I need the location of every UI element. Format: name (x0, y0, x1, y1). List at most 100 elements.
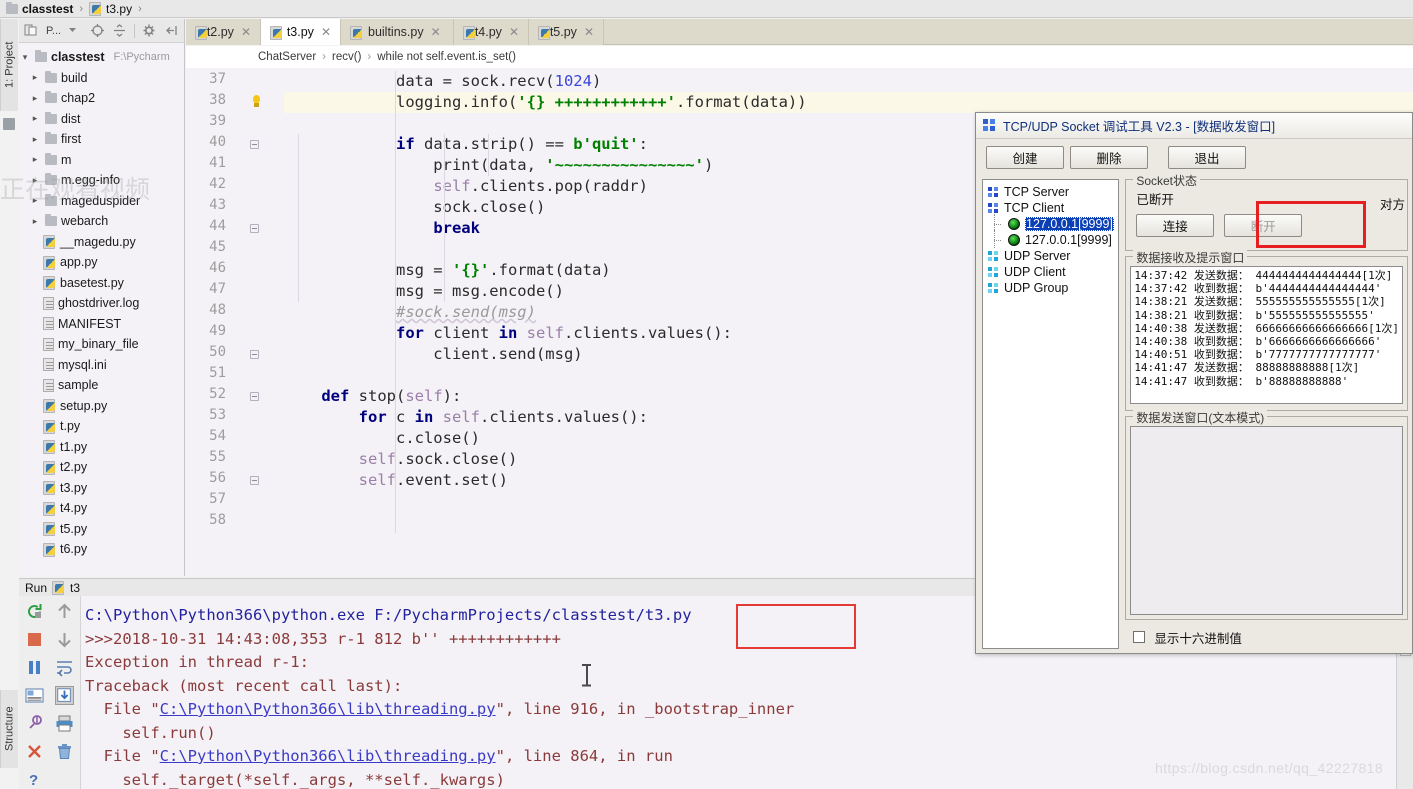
code-crumb-2[interactable]: while not self.event.is_set() (377, 51, 516, 63)
project-view-label[interactable]: P... (46, 25, 61, 37)
tool-window-icon[interactable] (3, 118, 15, 130)
connect-button[interactable]: 连接 (1136, 214, 1215, 237)
code-fold-icon[interactable] (250, 224, 259, 233)
trash-icon[interactable] (55, 742, 74, 761)
send-textarea[interactable] (1130, 426, 1403, 615)
tree-row-app-py[interactable]: app.py (19, 252, 184, 273)
close-icon[interactable]: ✕ (431, 25, 441, 39)
code-fold-icon[interactable] (250, 392, 259, 401)
help-icon[interactable]: ? (25, 770, 44, 789)
socket-tree-row-0[interactable]: TCP Server (986, 184, 1115, 200)
chevron-right-icon[interactable]: ▸ (29, 134, 41, 145)
tree-row-first[interactable]: ▸ first (19, 129, 184, 150)
chevron-right-icon[interactable]: ▸ (29, 216, 41, 227)
code-fold-icon[interactable] (250, 476, 259, 485)
close-icon[interactable] (25, 742, 44, 761)
soft-wrap-icon[interactable] (55, 658, 74, 677)
receive-log-textarea[interactable]: 14:37:42 发送数据： 4444444444444444[1次] 14:3… (1130, 266, 1403, 404)
chevron-right-icon[interactable]: ▸ (29, 154, 41, 165)
tab-t2-py[interactable]: t2.py ✕ (186, 19, 261, 45)
tree-row-sample[interactable]: sample (19, 375, 184, 396)
close-icon[interactable]: ✕ (241, 25, 251, 39)
tree-row-m[interactable]: ▸ m (19, 150, 184, 171)
code-fold-icon[interactable] (250, 140, 259, 149)
up-arrow-icon[interactable] (55, 602, 74, 621)
tree-row-t6-py[interactable]: t6.py (19, 539, 184, 560)
tree-row-setup-py[interactable]: setup.py (19, 396, 184, 417)
tree-row-t5-py[interactable]: t5.py (19, 519, 184, 540)
tree-row-dist[interactable]: ▸ dist (19, 109, 184, 130)
delete-button[interactable]: 删除 (1070, 145, 1148, 169)
breadcrumb-project[interactable]: classtest (22, 2, 73, 16)
down-arrow-icon[interactable] (55, 630, 74, 649)
chevron-down-icon[interactable] (68, 23, 83, 38)
console-view-icon[interactable] (25, 686, 44, 705)
socket-debug-tool-window[interactable]: TCP/UDP Socket 调试工具 V2.3 - [数据收发窗口] 创建 删… (975, 112, 1413, 654)
socket-tree-row-3[interactable]: 127.0.0.1[9999] (986, 230, 1115, 248)
tree-row-t2-py[interactable]: t2.py (19, 457, 184, 478)
tree-row---magedu-py[interactable]: __magedu.py (19, 232, 184, 253)
tree-row-build[interactable]: ▸ build (19, 68, 184, 89)
socket-tree-row-6[interactable]: UDP Group (986, 280, 1115, 296)
tree-row-ghostdriver-log[interactable]: ghostdriver.log (19, 293, 184, 314)
exit-button[interactable]: 退出 (1168, 145, 1246, 169)
stop-icon[interactable] (25, 630, 44, 649)
socket-tree-row-5[interactable]: UDP Client (986, 264, 1115, 280)
chevron-right-icon[interactable]: ▸ (29, 195, 41, 206)
tab-builtins-py[interactable]: builtins.py ✕ (341, 19, 454, 45)
socket-tree-row-1[interactable]: TCP Client (986, 200, 1115, 216)
project-view-selector-icon[interactable] (24, 23, 39, 38)
hex-checkbox[interactable] (1133, 631, 1146, 643)
socket-connection-tree[interactable]: TCP Server TCP Client 127.0.0.1[9999] 127.0… (982, 179, 1120, 649)
tree-row-t3-py[interactable]: t3.py (19, 478, 184, 499)
settings-pin-icon[interactable] (25, 714, 44, 733)
socket-tree-row-2[interactable]: 127.0.0.1[9999] (986, 214, 1115, 232)
chevron-right-icon[interactable]: ▸ (29, 175, 41, 186)
tree-row-mysql-ini[interactable]: mysql.ini (19, 355, 184, 376)
breadcrumb-file[interactable]: t3.py (106, 2, 132, 16)
scroll-to-end-icon[interactable] (55, 686, 75, 705)
sidebar-tool-structure[interactable]: Structure (0, 690, 18, 768)
gear-icon[interactable] (142, 23, 157, 38)
locate-target-icon[interactable] (90, 23, 105, 38)
tree-row-root[interactable]: ▾ classtest F:\Pycharm (19, 47, 184, 68)
tree-row-my-binary-file[interactable]: my_binary_file (19, 334, 184, 355)
hide-window-icon[interactable] (164, 23, 179, 38)
tree-row-chap2[interactable]: ▸ chap2 (19, 88, 184, 109)
tab-t4-py[interactable]: t4.py ✕ (454, 19, 529, 45)
chevron-right-icon[interactable]: ▸ (29, 93, 41, 104)
tree-row-t4-py[interactable]: t4.py (19, 498, 184, 519)
tree-row-t1-py[interactable]: t1.py (19, 437, 184, 458)
chevron-right-icon[interactable]: ▸ (29, 72, 41, 83)
collapse-all-icon[interactable] (112, 23, 127, 38)
print-icon[interactable] (55, 714, 74, 733)
socket-tree-row-4[interactable]: UDP Server (986, 248, 1115, 264)
chevron-expanded-icon[interactable]: ▾ (19, 52, 31, 63)
tree-row-webarch[interactable]: ▸ webarch (19, 211, 184, 232)
tree-row-t-py[interactable]: t.py (19, 416, 184, 437)
traceback-file-link[interactable]: C:\Python\Python366\lib\threading.py (160, 700, 496, 718)
tree-row-mageduspider[interactable]: ▸ mageduspider (19, 191, 184, 212)
code-fold-icon[interactable] (250, 350, 259, 359)
project-file-tree[interactable]: ▾ classtest F:\Pycharm ▸ build ▸ chap2 ▸ dist… (19, 43, 184, 576)
code-crumb-1[interactable]: recv() (332, 51, 361, 63)
run-config-name[interactable]: t3 (70, 581, 80, 595)
close-icon[interactable]: ✕ (509, 25, 519, 39)
tree-row-manifest[interactable]: MANIFEST (19, 314, 184, 335)
close-icon[interactable]: ✕ (584, 25, 594, 39)
tab-t3-py[interactable]: t3.py ✕ (261, 19, 341, 45)
tab-t5-py[interactable]: t5.py ✕ (529, 19, 604, 45)
traceback-file-link[interactable]: C:\Python\Python366\lib\threading.py (160, 747, 496, 765)
tree-row-m-egg-info[interactable]: ▸ m.egg-info (19, 170, 184, 191)
code-crumb-0[interactable]: ChatServer (258, 51, 316, 63)
intention-bulb-icon[interactable] (250, 95, 263, 109)
code-line: print(data, '~~~~~~~~~~~~~~~') (284, 156, 714, 174)
close-icon[interactable]: ✕ (321, 25, 331, 39)
chevron-right-icon[interactable]: ▸ (29, 113, 41, 124)
editor-gutter[interactable]: 37 38 39 40 41 42 43 44 45 46 47 48 49 50 51 52 53 54 55 56… (186, 68, 284, 576)
pause-icon[interactable] (25, 658, 44, 677)
rerun-icon[interactable] (25, 602, 44, 621)
tree-row-basetest-py[interactable]: basetest.py (19, 273, 184, 294)
sidebar-tool-project[interactable]: 1: Project (0, 19, 18, 111)
create-button[interactable]: 创建 (986, 145, 1064, 169)
